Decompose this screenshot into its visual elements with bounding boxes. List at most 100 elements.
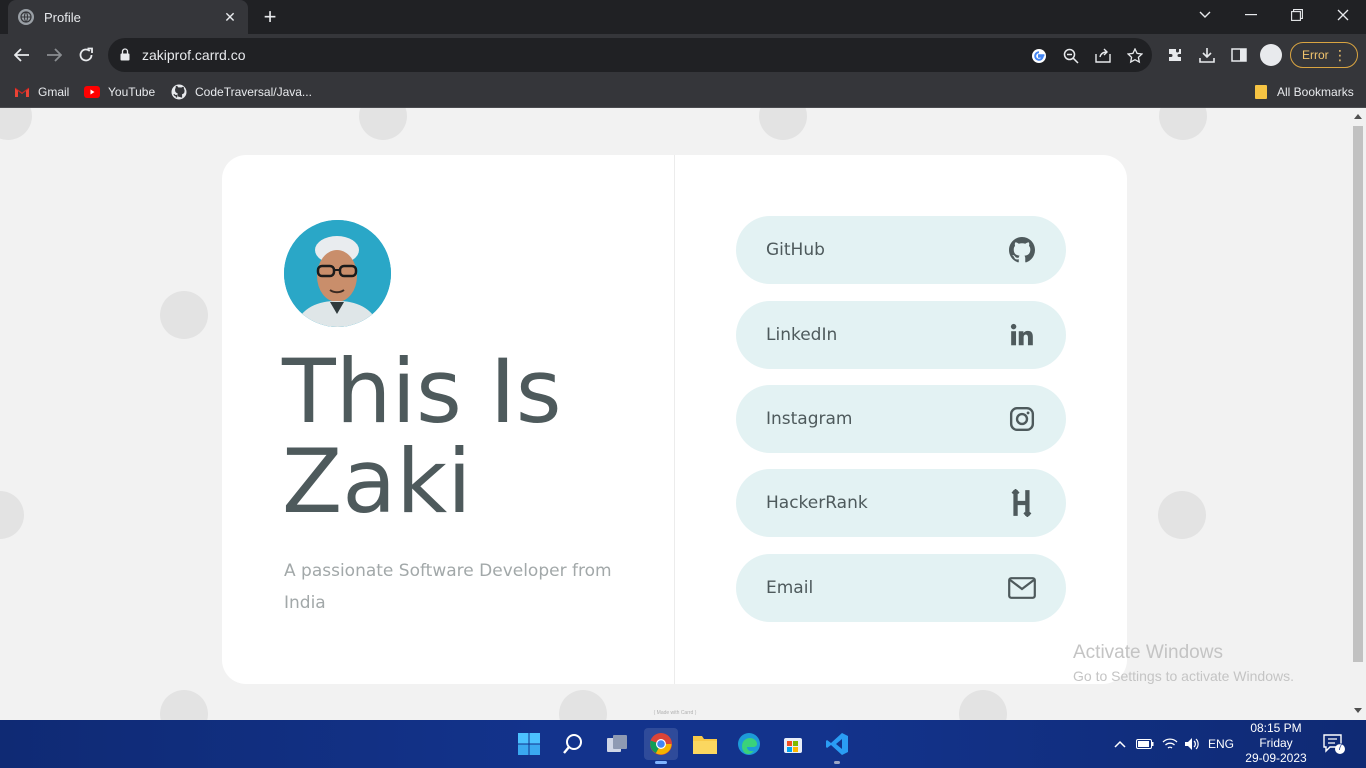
back-button[interactable] [6, 39, 38, 71]
link-label: Instagram [766, 409, 853, 429]
network-icon[interactable] [1160, 734, 1180, 754]
background-dot [1159, 108, 1207, 140]
tab-title: Profile [44, 9, 81, 25]
lock-icon[interactable] [120, 48, 130, 66]
background-dot [160, 291, 208, 339]
youtube-icon [84, 84, 100, 100]
link-label: LinkedIn [766, 325, 838, 345]
clock-time: 08:15 PM [1250, 721, 1302, 735]
hackerrank-icon [1008, 489, 1036, 517]
tab-profile[interactable]: Profile ✕ [8, 0, 248, 34]
url-text: zakiprof.carrd.co [142, 47, 246, 63]
bookmark-gmail[interactable]: Gmail [14, 82, 69, 102]
globe-icon [18, 9, 34, 25]
background-dot [559, 690, 607, 720]
windows-taskbar: ENG 08:15 PM Friday 29-09-2023 7 [0, 720, 1366, 768]
scroll-down-arrow-icon[interactable] [1354, 708, 1362, 713]
profile-photo [284, 220, 391, 327]
background-dot [759, 108, 807, 140]
all-bookmarks-label: All Bookmarks [1277, 85, 1354, 99]
notification-center-icon[interactable]: 7 [1322, 734, 1346, 754]
clock[interactable]: 08:15 PM Friday 29-09-2023 [1236, 721, 1316, 766]
linkedin-link-button[interactable]: LinkedIn [736, 301, 1066, 369]
bookmark-youtube[interactable]: YouTube [84, 82, 155, 102]
made-with-carrd[interactable]: ( Made with Carrd ) [640, 710, 710, 716]
profile-avatar[interactable] [1260, 44, 1282, 66]
task-view-icon[interactable] [600, 728, 634, 760]
google-icon[interactable] [1030, 47, 1048, 65]
extensions-icon[interactable] [1165, 45, 1185, 65]
zoom-icon[interactable] [1062, 47, 1080, 65]
email-link-button[interactable]: Email [736, 554, 1066, 622]
close-tab-icon[interactable]: ✕ [222, 9, 238, 25]
bookmark-label: YouTube [108, 85, 156, 99]
activate-windows-watermark: Activate Windows Go to Settings to activ… [1073, 642, 1294, 684]
background-dot [0, 108, 32, 140]
bookmark-star-icon[interactable] [1126, 47, 1144, 65]
background-dot [160, 690, 208, 720]
bookmark-label: Gmail [38, 85, 70, 99]
restore-button[interactable] [1274, 0, 1320, 30]
link-label: HackerRank [766, 493, 868, 513]
scrollbar-thumb[interactable] [1353, 126, 1363, 662]
active-indicator [655, 761, 667, 764]
bookmark-label: CodeTraversal/Java... [195, 85, 312, 99]
github-icon [171, 84, 187, 100]
share-icon[interactable] [1094, 47, 1112, 65]
notification-count: 7 [1337, 742, 1343, 752]
scroll-up-arrow-icon[interactable] [1354, 114, 1362, 119]
hackerrank-link-button[interactable]: HackerRank [736, 469, 1066, 537]
page-title: This Is Zaki [282, 347, 662, 527]
show-hidden-icons-chevron-icon[interactable] [1112, 734, 1128, 754]
download-icon[interactable] [1197, 45, 1217, 65]
new-tab-button[interactable]: + [258, 6, 282, 28]
running-indicator [834, 761, 840, 764]
vscode-icon[interactable] [820, 728, 854, 764]
tagline: A passionate Software Developer from Ind… [284, 561, 612, 613]
volume-icon[interactable] [1182, 734, 1202, 754]
page-content: This Is Zaki A passionate Software Devel… [0, 108, 1350, 720]
side-panel-icon[interactable] [1229, 45, 1249, 65]
browser-toolbar: zakiprof.carrd.co Error ⋮ [0, 34, 1366, 76]
search-icon[interactable] [556, 728, 590, 760]
edge-icon[interactable] [732, 728, 766, 760]
link-label: GitHub [766, 240, 825, 260]
github-icon [1008, 236, 1036, 264]
clock-day: Friday [1259, 736, 1293, 750]
page-scrollbar[interactable] [1350, 108, 1366, 720]
activate-title: Activate Windows [1073, 642, 1223, 663]
chrome-taskbar-icon[interactable] [644, 728, 678, 764]
headline-line-2: Zaki [282, 430, 472, 533]
forward-button[interactable] [38, 39, 70, 71]
tab-search-chevron-icon[interactable] [1182, 0, 1228, 30]
background-dot [0, 491, 24, 539]
background-dot [359, 108, 407, 140]
battery-icon[interactable] [1135, 734, 1155, 754]
instagram-link-button[interactable]: Instagram [736, 385, 1066, 453]
start-button[interactable] [512, 728, 546, 760]
reload-button[interactable] [70, 39, 102, 71]
all-bookmarks[interactable]: All Bookmarks [1253, 82, 1354, 102]
headline-line-1: This Is [282, 340, 562, 443]
instagram-icon [1008, 405, 1036, 433]
bookmark-codetraversal[interactable]: CodeTraversal/Java... [171, 82, 312, 102]
more-menu-icon[interactable]: ⋮ [1333, 47, 1347, 63]
background-dot [1158, 491, 1206, 539]
folder-icon [1253, 84, 1269, 100]
gmail-icon [14, 84, 30, 100]
bookmarks-bar: Gmail YouTube CodeTraversal/Java... All … [0, 76, 1366, 108]
error-button[interactable]: Error ⋮ [1290, 42, 1358, 68]
error-label: Error [1302, 48, 1329, 62]
address-bar[interactable]: zakiprof.carrd.co [108, 38, 1152, 72]
github-link-button[interactable]: GitHub [736, 216, 1066, 284]
minimize-button[interactable] [1228, 0, 1274, 30]
background-dot [959, 690, 1007, 720]
activate-subtitle: Go to Settings to activate Windows. [1073, 668, 1294, 684]
microsoft-store-icon[interactable] [776, 728, 810, 760]
tab-strip: Profile ✕ + [0, 0, 1366, 34]
close-window-button[interactable] [1320, 0, 1366, 30]
language-indicator[interactable]: ENG [1206, 734, 1236, 754]
envelope-icon [1008, 574, 1036, 602]
file-explorer-icon[interactable] [688, 728, 722, 760]
linkedin-icon [1008, 321, 1036, 349]
